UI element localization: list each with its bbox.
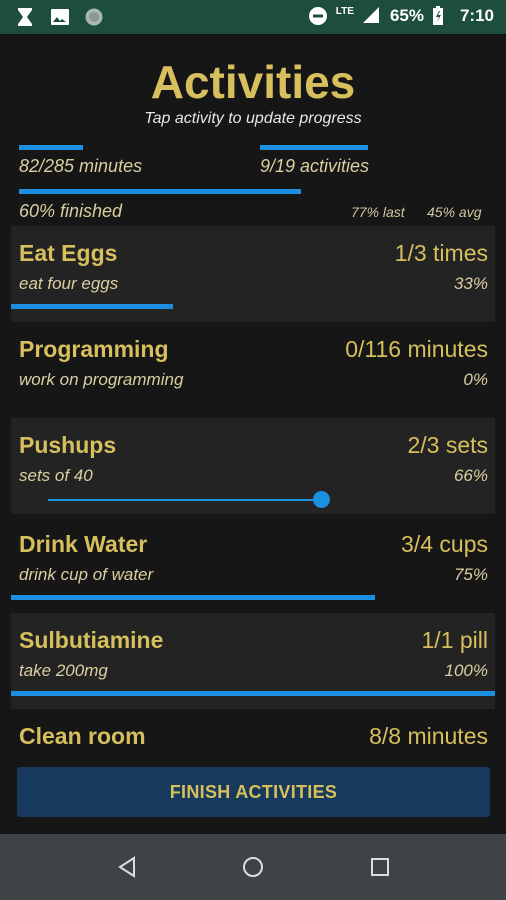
activity-progress-bar	[11, 595, 375, 600]
activities-progress-bar	[260, 145, 368, 150]
activity-description: eat four eggs	[19, 274, 119, 293]
last-summary: 77% last	[351, 204, 405, 220]
activity-description: take 200mg	[19, 661, 108, 680]
activity-percent: 75%	[453, 565, 488, 584]
activity-percent: 33%	[453, 274, 488, 293]
battery-level: 65%	[389, 6, 424, 25]
finished-summary: 60% finished	[19, 201, 123, 221]
hourglass-icon	[16, 7, 36, 27]
clock: 7:10	[459, 6, 494, 25]
activity-name: Pushups	[19, 432, 117, 458]
activity-count: 8/8 minutes	[369, 723, 488, 749]
activity-row[interactable]: Sulbutiamine 1/1 pill take 200mg 100%	[11, 613, 495, 709]
do-not-disturb-icon	[308, 6, 328, 26]
circle-icon	[84, 7, 104, 27]
minutes-progress-bar	[19, 145, 83, 150]
finished-progress-bar	[19, 189, 301, 194]
pushups-slider-track[interactable]	[48, 499, 322, 501]
home-icon[interactable]	[242, 856, 264, 883]
finish-activities-button[interactable]: FINISH ACTIVITIES	[17, 767, 490, 817]
activity-description: drink cup of water	[19, 565, 154, 584]
activity-percent: 0%	[463, 370, 488, 389]
page-subtitle: Tap activity to update progress	[144, 110, 362, 127]
activity-name: Eat Eggs	[19, 240, 118, 266]
activity-row[interactable]: Clean room 8/8 minutes	[11, 709, 495, 759]
status-bar: LTE 65% 7:10	[0, 0, 506, 34]
recents-icon[interactable]	[369, 856, 391, 883]
activity-count: 2/3 sets	[407, 432, 488, 458]
battery-icon	[432, 6, 452, 26]
activity-name: Clean room	[19, 723, 146, 749]
activity-description: work on programming	[19, 370, 184, 389]
pushups-slider-thumb[interactable]	[313, 491, 330, 508]
activity-row[interactable]: Drink Water 3/4 cups drink cup of water …	[11, 517, 495, 613]
activity-count: 1/3 times	[394, 240, 488, 266]
network-type: LTE	[335, 5, 354, 17]
activity-percent: 66%	[453, 466, 488, 485]
activity-row[interactable]: Eat Eggs 1/3 times eat four eggs 33%	[11, 226, 495, 322]
activity-name: Sulbutiamine	[19, 627, 164, 653]
activity-progress-bar	[11, 691, 495, 696]
back-icon[interactable]	[116, 856, 138, 883]
avg-summary: 45% avg	[427, 204, 482, 220]
navigation-bar	[0, 834, 506, 900]
image-icon	[50, 7, 70, 27]
page-title: Activities	[150, 56, 356, 108]
activity-count: 0/116 minutes	[345, 336, 488, 362]
activity-count: 1/1 pill	[421, 627, 488, 653]
activity-description: sets of 40	[19, 466, 93, 485]
activity-count: 3/4 cups	[401, 531, 488, 557]
activity-name: Programming	[19, 336, 169, 362]
activity-progress-bar	[11, 304, 173, 309]
activities-summary: 9/19 activities	[260, 156, 370, 176]
activity-row[interactable]: Programming 0/116 minutes work on progra…	[11, 322, 495, 418]
signal-icon	[362, 6, 382, 26]
activity-percent: 100%	[444, 661, 488, 680]
activity-name: Drink Water	[19, 531, 148, 557]
minutes-summary: 82/285 minutes	[19, 156, 143, 176]
